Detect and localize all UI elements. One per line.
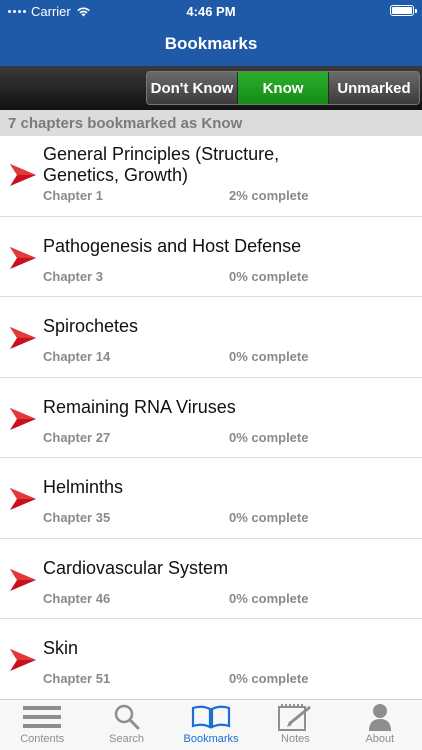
tab-bar: Contents Search Bookmarks Notes About bbox=[0, 699, 422, 750]
chapter-row[interactable]: Spirochetes Chapter 14 0% complete bbox=[0, 297, 422, 378]
tab-search[interactable]: Search bbox=[84, 700, 168, 750]
filter-dont-know-segment[interactable]: Don't Know bbox=[147, 72, 238, 104]
chapter-title: Spirochetes bbox=[43, 316, 139, 336]
tab-notes-label: Notes bbox=[281, 733, 310, 745]
list-icon bbox=[23, 700, 62, 734]
tab-notes[interactable]: Notes bbox=[253, 700, 337, 750]
red-arrow-icon bbox=[10, 407, 36, 430]
tab-about[interactable]: About bbox=[338, 700, 422, 750]
chapter-number: Chapter 27 bbox=[43, 429, 111, 445]
tab-about-label: About bbox=[365, 733, 395, 745]
chapter-progress: 0% complete bbox=[229, 590, 309, 606]
person-icon bbox=[368, 700, 392, 734]
chapter-number: Chapter 35 bbox=[43, 510, 111, 525]
page-title: Bookmarks bbox=[164, 34, 258, 53]
battery-icon bbox=[390, 5, 417, 16]
filter-unmarked-segment[interactable]: Unmarked bbox=[329, 72, 419, 104]
red-arrow-icon bbox=[10, 649, 36, 671]
chapter-title: Helminths bbox=[43, 477, 124, 497]
chapter-list: General Principles (Structure, Genetics,… bbox=[0, 136, 422, 700]
status-bar: Carrier 4:46 PM bbox=[0, 0, 422, 22]
chapter-progress: 0% complete bbox=[229, 671, 309, 686]
book-icon bbox=[191, 700, 231, 734]
chapter-row[interactable]: Helminths Chapter 35 0% complete bbox=[0, 458, 422, 539]
filter-toolbar: Don't Know Know Unmarked bbox=[0, 66, 422, 110]
chapter-progress: 0% complete bbox=[229, 349, 309, 364]
filter-know-segment[interactable]: Know bbox=[238, 72, 329, 104]
chapter-row[interactable]: Remaining RNA Viruses Chapter 27 0% comp… bbox=[0, 378, 422, 458]
chapter-number: Chapter 51 bbox=[43, 671, 111, 686]
chapter-progress: 0% complete bbox=[229, 429, 309, 445]
chapter-row[interactable]: Skin Chapter 51 0% complete bbox=[0, 619, 422, 700]
red-arrow-icon bbox=[10, 246, 36, 269]
notepad-icon bbox=[277, 700, 313, 734]
tab-bookmarks-label: Bookmarks bbox=[183, 733, 239, 745]
chapter-row[interactable]: General Principles (Structure, Genetics,… bbox=[0, 136, 422, 217]
chapter-title: Remaining RNA Viruses bbox=[43, 396, 236, 417]
navigation-bar: Bookmarks bbox=[0, 22, 422, 66]
search-icon bbox=[113, 700, 141, 734]
chapter-title: Pathogenesis and Host Defense bbox=[43, 235, 302, 256]
red-arrow-icon bbox=[10, 327, 36, 349]
chapter-number: Chapter 14 bbox=[43, 349, 111, 364]
chapter-number: Chapter 3 bbox=[43, 268, 103, 284]
bookmark-filter-control: Don't Know Know Unmarked bbox=[146, 71, 420, 105]
tab-contents[interactable]: Contents bbox=[0, 700, 84, 750]
chapter-title: Cardiovascular System bbox=[43, 557, 229, 578]
chapter-number: Chapter 46 bbox=[43, 590, 111, 606]
tab-search-label: Search bbox=[109, 733, 145, 745]
red-arrow-icon bbox=[10, 164, 36, 186]
red-arrow-icon bbox=[10, 488, 36, 510]
red-arrow-icon bbox=[10, 568, 36, 591]
chapter-row[interactable]: Pathogenesis and Host Defense Chapter 3 … bbox=[0, 217, 422, 297]
tab-bookmarks[interactable]: Bookmarks bbox=[169, 700, 253, 750]
clock: 4:46 PM bbox=[186, 4, 236, 19]
chapter-row[interactable]: Cardiovascular System Chapter 46 0% comp… bbox=[0, 539, 422, 619]
chapter-progress: 0% complete bbox=[229, 510, 309, 525]
tab-contents-label: Contents bbox=[20, 733, 65, 745]
chapter-progress: 0% complete bbox=[229, 268, 309, 284]
chapter-number: Chapter 1 bbox=[43, 188, 103, 203]
chapter-progress: 2% complete bbox=[229, 188, 309, 203]
chapter-title: General Principles (Structure, Genetics,… bbox=[43, 144, 280, 185]
chapter-title: Skin bbox=[43, 638, 79, 658]
section-header: 7 chapters bookmarked as Know bbox=[0, 110, 422, 136]
